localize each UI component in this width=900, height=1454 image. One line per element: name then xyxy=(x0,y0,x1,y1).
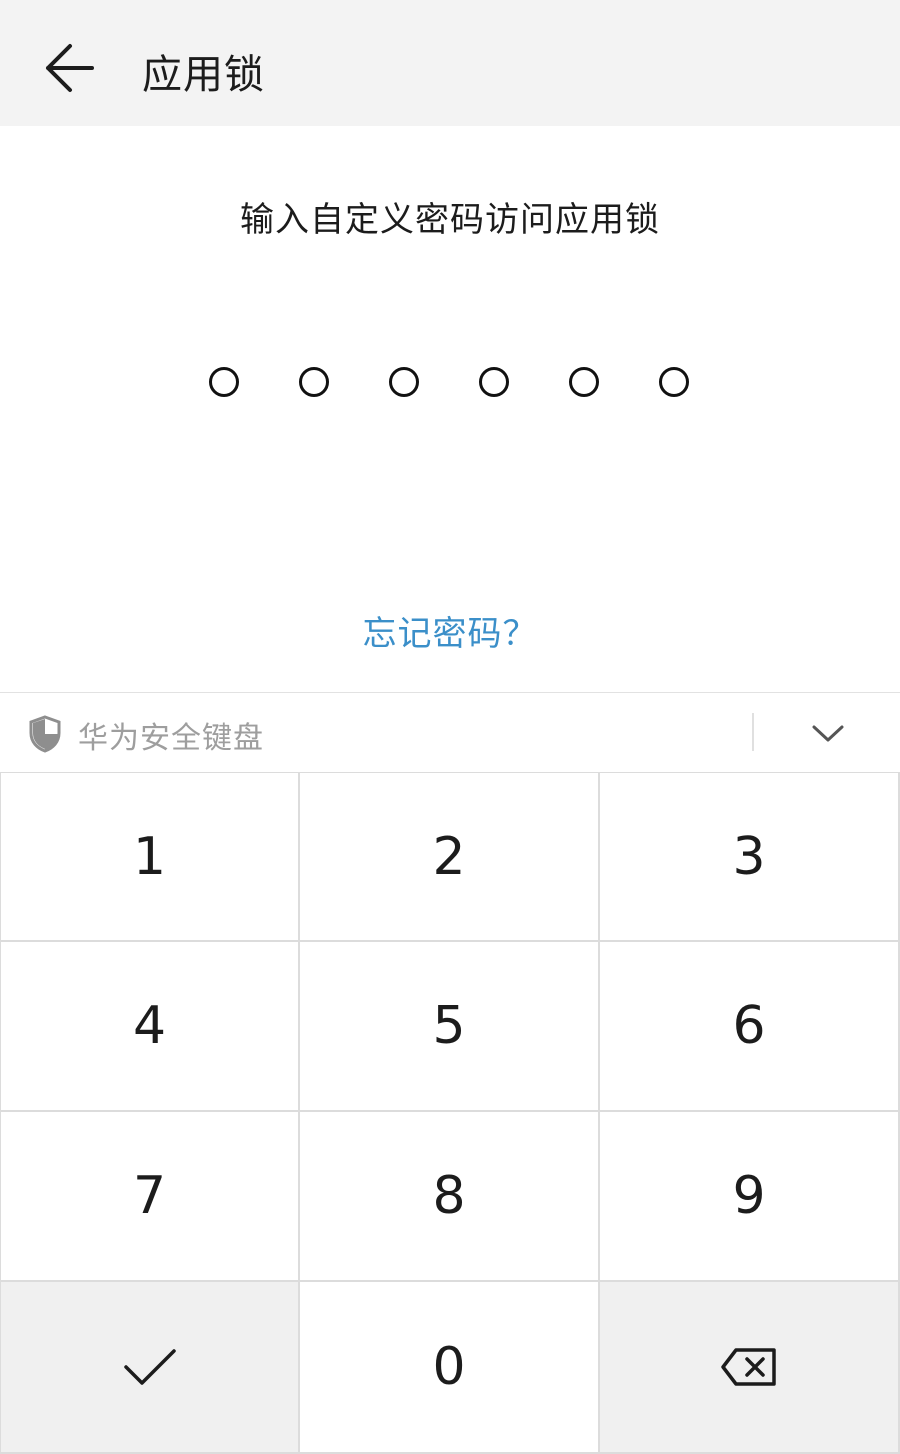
key-4[interactable]: 4 xyxy=(0,942,300,1112)
forgot-password-link[interactable]: 忘记密码？ xyxy=(0,606,900,655)
pin-dot xyxy=(479,367,509,397)
page-title: 应用锁 xyxy=(142,52,265,98)
key-2[interactable]: 2 xyxy=(300,772,600,942)
key-3[interactable]: 3 xyxy=(600,772,900,942)
pin-dot xyxy=(569,367,599,397)
confirm-key[interactable] xyxy=(0,1282,300,1454)
key-5[interactable]: 5 xyxy=(300,942,600,1112)
password-prompt: 输入自定义密码访问应用锁 xyxy=(240,200,660,240)
numeric-keypad: 1 2 3 4 5 6 7 8 9 0 xyxy=(0,772,900,1454)
shield-icon xyxy=(29,715,61,753)
collapse-keyboard-button[interactable] xyxy=(800,711,856,755)
checkmark-icon xyxy=(123,1349,176,1385)
secure-keyboard-label: 华为安全键盘 xyxy=(78,721,264,756)
arrow-left-icon xyxy=(46,44,94,92)
keyboard-header: 华为安全键盘 xyxy=(0,692,900,772)
key-0[interactable]: 0 xyxy=(300,1282,600,1454)
key-1[interactable]: 1 xyxy=(0,772,300,942)
pin-dot xyxy=(389,367,419,397)
backspace-icon xyxy=(721,1348,776,1386)
chevron-down-icon xyxy=(812,725,844,742)
key-8[interactable]: 8 xyxy=(300,1112,600,1282)
pin-dot xyxy=(209,367,239,397)
divider xyxy=(752,713,754,751)
back-button[interactable] xyxy=(36,38,100,98)
key-7[interactable]: 7 xyxy=(0,1112,300,1282)
backspace-key[interactable] xyxy=(600,1282,900,1454)
pin-dot xyxy=(299,367,329,397)
key-9[interactable]: 9 xyxy=(600,1112,900,1282)
pin-dot xyxy=(659,367,689,397)
key-6[interactable]: 6 xyxy=(600,942,900,1112)
app-bar: 应用锁 xyxy=(0,0,900,126)
pin-indicator xyxy=(209,367,691,399)
